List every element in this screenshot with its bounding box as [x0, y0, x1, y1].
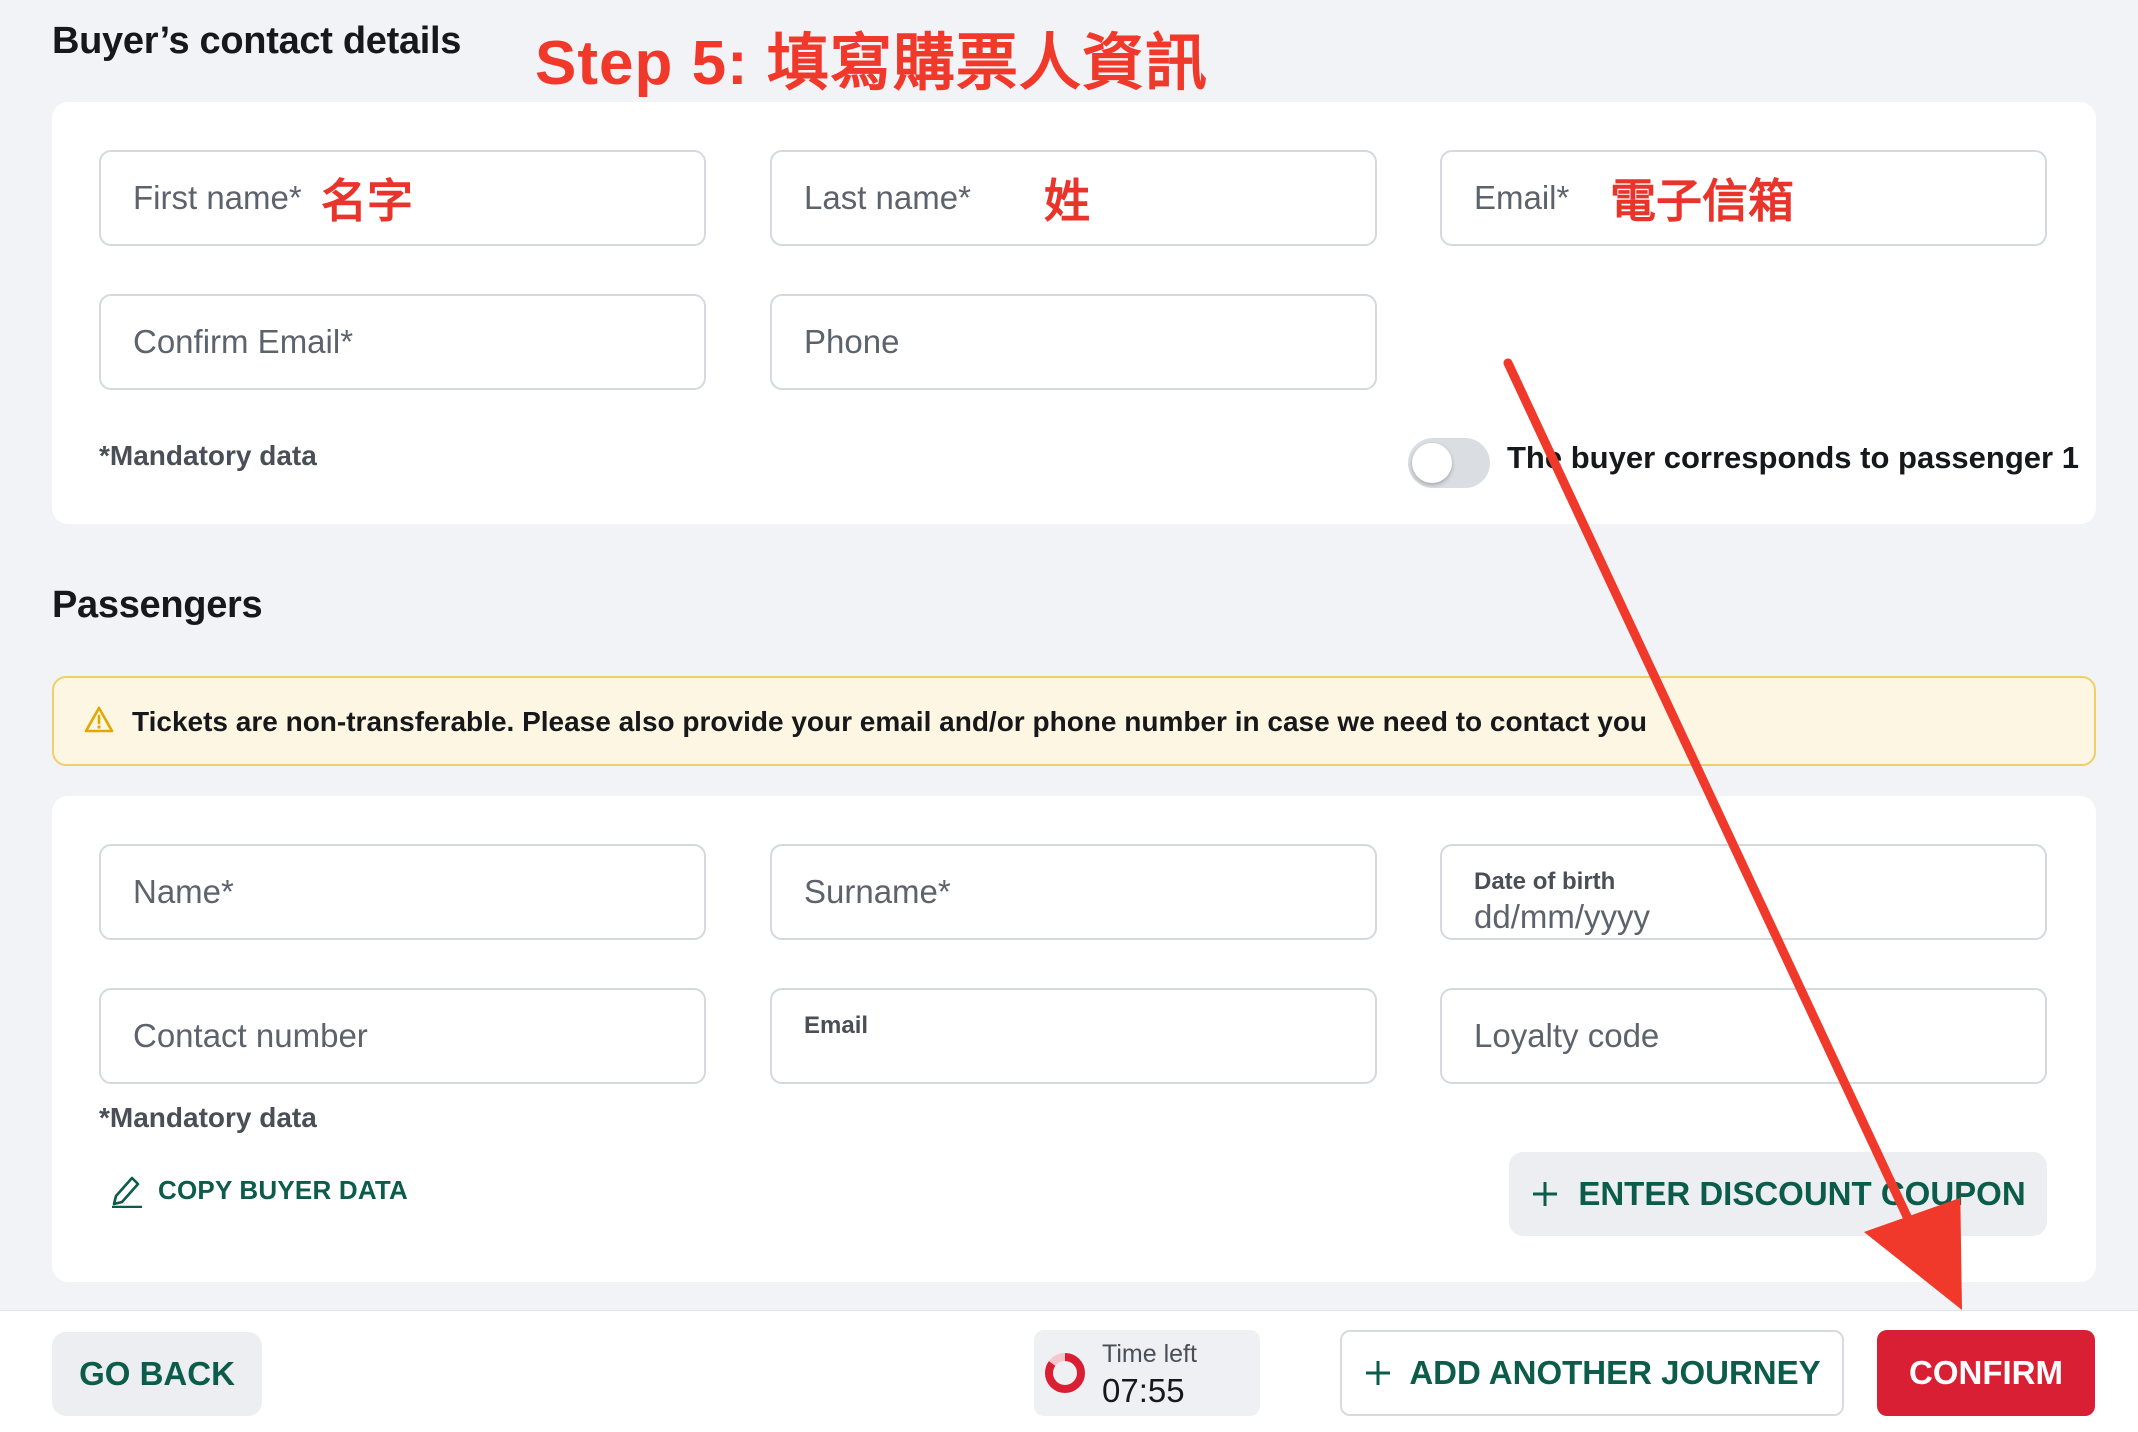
- contact-number-field[interactable]: Contact number: [99, 988, 706, 1084]
- name-placeholder: Name*: [133, 873, 234, 910]
- warning-icon: [84, 706, 114, 733]
- add-another-journey-label: ADD ANOTHER JOURNEY: [1409, 1354, 1821, 1391]
- buyer-section-title: Buyer’s contact details: [52, 20, 462, 62]
- confirm-email-field[interactable]: Confirm Email*: [99, 294, 706, 390]
- warning-text: Tickets are non-transferable. Please als…: [132, 706, 1648, 737]
- toggle-label: The buyer corresponds to passenger 1: [1507, 440, 2079, 475]
- enter-discount-coupon-button[interactable]: ENTER DISCOUNT COUPON: [1509, 1152, 2047, 1236]
- passengers-section-title: Passengers: [52, 584, 263, 626]
- loyalty-code-placeholder: Loyalty code: [1474, 1017, 1660, 1054]
- add-another-journey-button[interactable]: ADD ANOTHER JOURNEY: [1340, 1330, 1844, 1416]
- first-name-field[interactable]: First name* 名字: [99, 150, 706, 246]
- email-placeholder: Email*: [1474, 179, 1570, 216]
- buyer-passenger-toggle[interactable]: [1408, 438, 1490, 488]
- confirm-email-placeholder: Confirm Email*: [133, 323, 354, 360]
- passenger-name-field[interactable]: Name*: [99, 844, 706, 940]
- go-back-label: GO BACK: [79, 1355, 235, 1392]
- last-name-annotation: 姓: [1044, 175, 1090, 227]
- time-left-value: 07:55: [1102, 1372, 1185, 1409]
- passenger-mandatory-note: *Mandatory data: [99, 1102, 317, 1133]
- mandatory-note: *Mandatory data: [99, 440, 317, 471]
- time-left-box: Time left 07:55: [1034, 1330, 1260, 1416]
- first-name-placeholder: First name*: [133, 179, 302, 216]
- contact-number-placeholder: Contact number: [133, 1017, 368, 1054]
- confirm-label: CONFIRM: [1909, 1354, 2063, 1391]
- loyalty-code-field[interactable]: Loyalty code: [1440, 988, 2047, 1084]
- phone-field[interactable]: Phone: [770, 294, 1377, 390]
- last-name-placeholder: Last name*: [804, 179, 971, 216]
- copy-buyer-data-link[interactable]: COPY BUYER DATA: [110, 1172, 408, 1208]
- date-of-birth-field[interactable]: Date of birth dd/mm/yyyy: [1440, 844, 2047, 940]
- dob-label: Date of birth: [1474, 868, 1616, 895]
- passenger-card: Name* Surname* Date of birth dd/mm/yyyy …: [52, 796, 2096, 1282]
- time-left-label: Time left: [1102, 1340, 1197, 1368]
- timer-ring-icon: [1045, 1353, 1085, 1393]
- pencil-icon: [112, 1176, 142, 1208]
- passenger-email-field[interactable]: Email: [770, 988, 1377, 1084]
- plus-icon: [1533, 1182, 1558, 1206]
- step-annotation: Step 5: 填寫購票人資訊: [535, 29, 1208, 98]
- last-name-field[interactable]: Last name* 姓: [770, 150, 1377, 246]
- surname-placeholder: Surname*: [804, 873, 951, 910]
- warning-banner: Tickets are non-transferable. Please als…: [52, 676, 2096, 766]
- buyer-card: First name* 名字 Last name* 姓 Email* 電子信箱 …: [52, 102, 2096, 524]
- email-field[interactable]: Email* 電子信箱: [1440, 150, 2047, 246]
- enter-discount-coupon-label: ENTER DISCOUNT COUPON: [1578, 1175, 2026, 1212]
- plus-icon: [1366, 1361, 1391, 1385]
- toggle-knob: [1412, 443, 1452, 483]
- phone-placeholder: Phone: [804, 323, 900, 360]
- dob-placeholder: dd/mm/yyyy: [1474, 898, 1651, 935]
- go-back-button[interactable]: GO BACK: [52, 1332, 262, 1416]
- first-name-annotation: 名字: [321, 175, 413, 227]
- copy-buyer-data-label: COPY BUYER DATA: [158, 1174, 409, 1205]
- email-annotation: 電子信箱: [1610, 175, 1794, 227]
- passenger-email-label: Email: [804, 1012, 869, 1039]
- passenger-surname-field[interactable]: Surname*: [770, 844, 1377, 940]
- confirm-button[interactable]: CONFIRM: [1877, 1330, 2095, 1416]
